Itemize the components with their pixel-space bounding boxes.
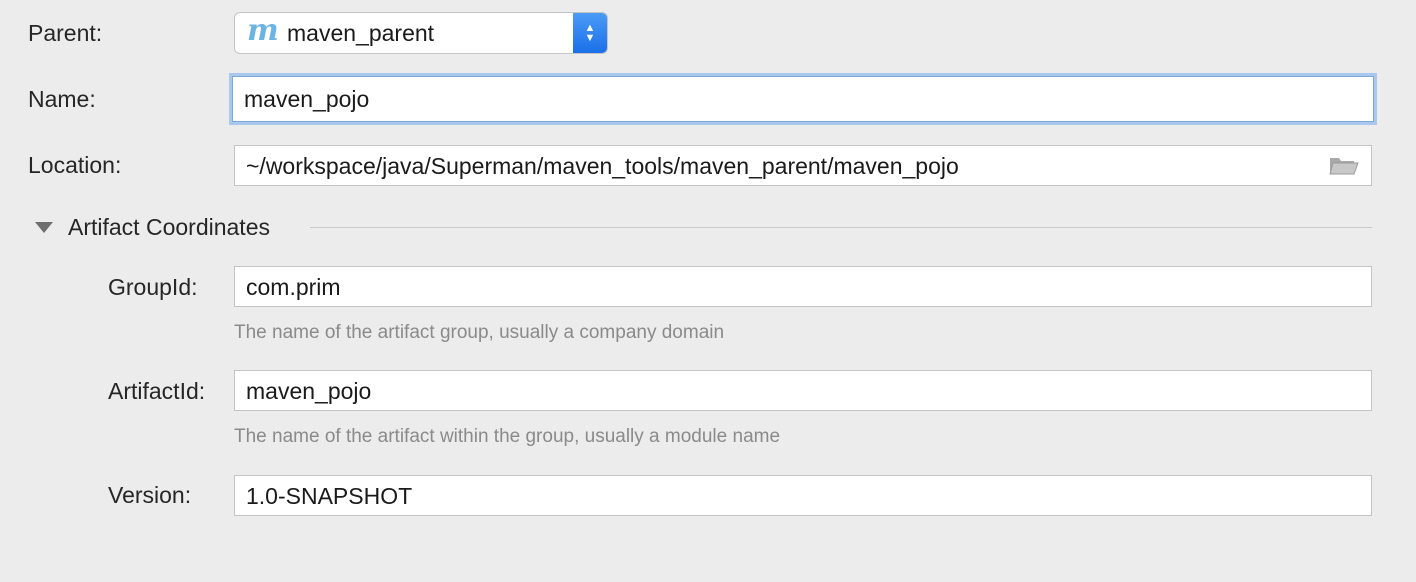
location-label: Location: — [28, 152, 122, 178]
groupid-label: GroupId: — [108, 274, 198, 300]
location-input[interactable]: ~/workspace/java/Superman/maven_tools/ma… — [234, 145, 1372, 186]
parent-label: Parent: — [28, 20, 103, 46]
groupid-hint: The name of the artifact group, usually … — [234, 322, 725, 343]
maven-module-icon: m — [247, 13, 279, 48]
groupid-input[interactable]: com.prim — [234, 266, 1372, 307]
name-input-value: maven_pojo — [244, 86, 370, 112]
version-input-value: 1.0-SNAPSHOT — [246, 482, 413, 509]
version-label: Version: — [108, 482, 192, 508]
chevron-updown-icon[interactable]: ▲ ▼ — [573, 13, 607, 53]
version-input[interactable]: 1.0-SNAPSHOT — [234, 475, 1372, 516]
artifactid-label: ArtifactId: — [108, 378, 206, 404]
artifactid-input[interactable]: maven_pojo — [234, 370, 1372, 411]
parent-select-value: maven_parent — [287, 19, 435, 46]
parent-select[interactable]: m maven_parent ▲ ▼ — [234, 12, 608, 54]
folder-icon[interactable] — [1329, 154, 1359, 176]
name-input[interactable]: maven_pojo — [232, 76, 1374, 122]
groupid-input-value: com.prim — [246, 273, 341, 300]
section-divider — [310, 227, 1372, 228]
name-label: Name: — [28, 86, 96, 112]
collapse-triangle-icon[interactable] — [35, 222, 53, 233]
artifactid-hint: The name of the artifact within the grou… — [234, 426, 781, 447]
location-input-value: ~/workspace/java/Superman/maven_tools/ma… — [246, 152, 959, 179]
section-title-artifact-coordinates[interactable]: Artifact Coordinates — [68, 213, 270, 241]
artifactid-input-value: maven_pojo — [246, 377, 372, 404]
